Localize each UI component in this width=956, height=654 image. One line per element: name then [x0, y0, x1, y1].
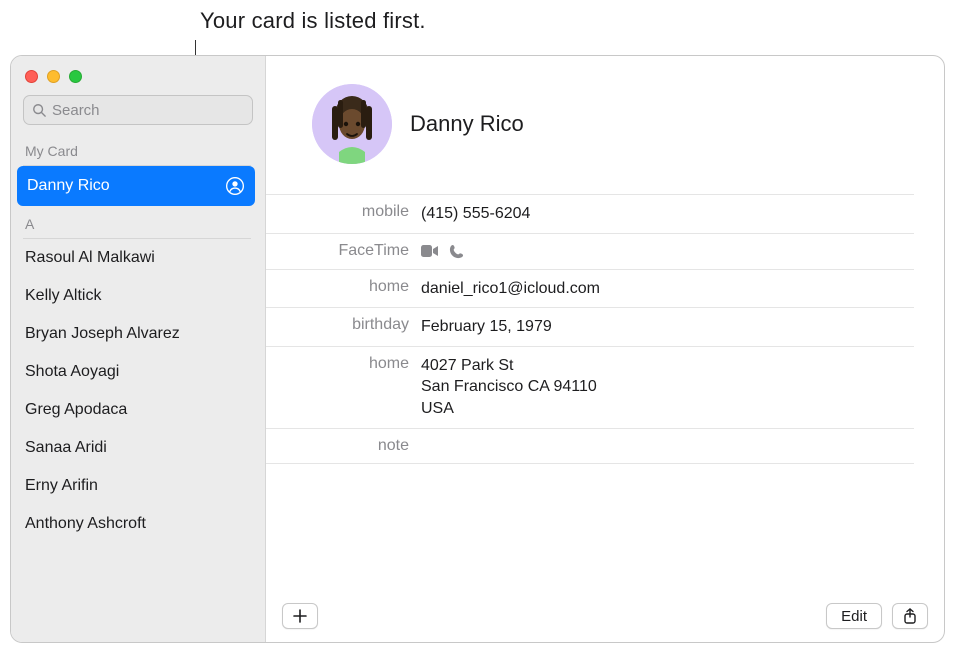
- field-address[interactable]: home 4027 Park St San Francisco CA 94110…: [266, 346, 914, 428]
- list-item[interactable]: Kelly Altick: [11, 277, 261, 315]
- sidebar-item-label: Rasoul Al Malkawi: [25, 249, 155, 267]
- field-label: note: [266, 437, 421, 455]
- share-icon: [903, 608, 917, 624]
- search-input[interactable]: [52, 102, 251, 119]
- fullscreen-button[interactable]: [69, 70, 82, 83]
- field-value: daniel_rico1@icloud.com: [421, 278, 914, 300]
- field-mobile[interactable]: mobile (415) 555-6204: [266, 194, 914, 233]
- facetime-buttons: [421, 242, 464, 259]
- list-item[interactable]: Anthony Ashcroft: [11, 505, 261, 543]
- list-item[interactable]: Erny Arifin: [11, 467, 261, 505]
- contact-list[interactable]: My Card Danny Rico A Rasoul Al Malkawi K…: [11, 133, 265, 642]
- search-field[interactable]: [23, 95, 253, 125]
- field-label: birthday: [266, 316, 421, 334]
- field-value: 4027 Park St San Francisco CA 94110 USA: [421, 355, 914, 420]
- sidebar-item-label: Erny Arifin: [25, 477, 98, 495]
- field-facetime[interactable]: FaceTime: [266, 233, 914, 269]
- close-button[interactable]: [25, 70, 38, 83]
- minimize-button[interactable]: [47, 70, 60, 83]
- search-icon: [32, 103, 46, 117]
- right-button-group: Edit: [826, 603, 928, 629]
- sidebar-item-label: Shota Aoyagi: [25, 363, 119, 381]
- contact-detail: Danny Rico mobile (415) 555-6204 FaceTim…: [266, 56, 944, 642]
- plus-icon: [293, 609, 307, 623]
- facetime-audio-icon[interactable]: [449, 244, 464, 259]
- section-label-a: A: [11, 206, 261, 236]
- sidebar-item-label: Greg Apodaca: [25, 401, 127, 419]
- list-item[interactable]: Bryan Joseph Alvarez: [11, 315, 261, 353]
- list-item[interactable]: Rasoul Al Malkawi: [11, 239, 261, 277]
- field-value: (415) 555-6204: [421, 203, 914, 225]
- field-label: FaceTime: [266, 242, 421, 260]
- detail-header: Danny Rico: [266, 56, 944, 194]
- annotation-callout: Your card is listed first.: [200, 8, 426, 34]
- field-label: mobile: [266, 203, 421, 221]
- field-value: February 15, 1979: [421, 316, 914, 338]
- contact-fields: mobile (415) 555-6204 FaceTime home dan: [266, 194, 944, 464]
- edit-button[interactable]: Edit: [826, 603, 882, 629]
- my-card-icon: [225, 176, 245, 196]
- list-item[interactable]: Shota Aoyagi: [11, 353, 261, 391]
- contacts-window: My Card Danny Rico A Rasoul Al Malkawi K…: [10, 55, 945, 643]
- contact-name: Danny Rico: [410, 111, 524, 137]
- add-contact-button[interactable]: [282, 603, 318, 629]
- share-button[interactable]: [892, 603, 928, 629]
- field-label: home: [266, 278, 421, 296]
- sidebar-item-label: Bryan Joseph Alvarez: [25, 325, 180, 343]
- sidebar-item-label: Anthony Ashcroft: [25, 515, 146, 533]
- sidebar-item-my-card[interactable]: Danny Rico: [17, 166, 255, 206]
- field-note[interactable]: note: [266, 428, 914, 464]
- avatar[interactable]: [312, 84, 392, 164]
- field-email[interactable]: home daniel_rico1@icloud.com: [266, 269, 914, 308]
- bottom-toolbar: Edit: [266, 590, 944, 642]
- sidebar-item-label: Kelly Altick: [25, 287, 101, 305]
- sidebar-item-label: Danny Rico: [27, 177, 110, 195]
- facetime-video-icon[interactable]: [421, 244, 439, 258]
- list-item[interactable]: Greg Apodaca: [11, 391, 261, 429]
- field-birthday[interactable]: birthday February 15, 1979: [266, 307, 914, 346]
- sidebar: My Card Danny Rico A Rasoul Al Malkawi K…: [11, 56, 266, 642]
- memoji-avatar-icon: [312, 84, 392, 164]
- field-label: home: [266, 355, 421, 373]
- list-item[interactable]: Sanaa Aridi: [11, 429, 261, 467]
- sidebar-item-label: Sanaa Aridi: [25, 439, 107, 457]
- section-label-my-card: My Card: [11, 133, 261, 163]
- search-wrap: [11, 95, 265, 133]
- window-controls: [11, 66, 265, 95]
